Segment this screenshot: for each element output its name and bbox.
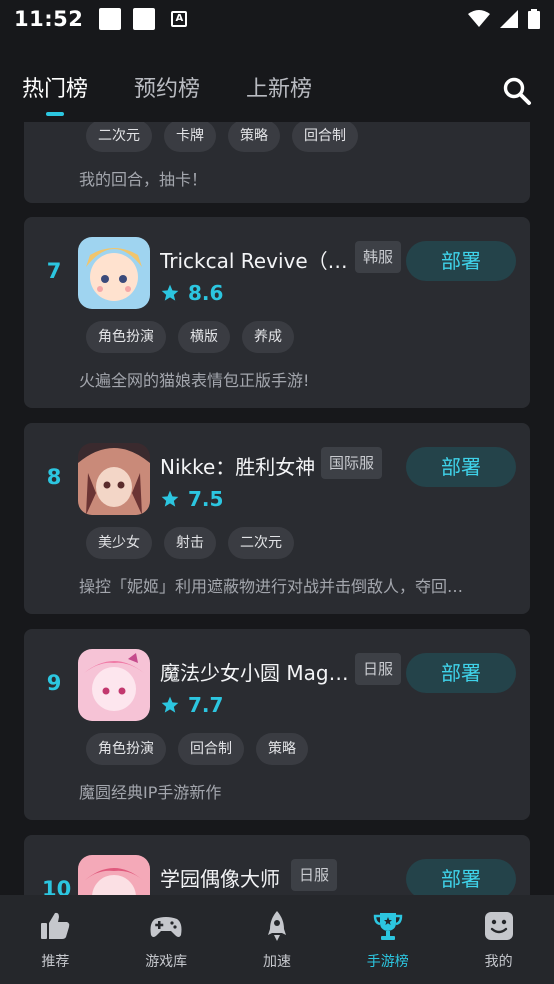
deploy-button[interactable]: 部署 (406, 241, 516, 281)
rating-value: 8.6 (188, 281, 224, 305)
status-time: 11:52 (14, 7, 84, 31)
nav-accelerate[interactable]: 加速 (222, 895, 333, 984)
nav-recommend[interactable]: 推荐 (0, 895, 111, 984)
rank-number: 9 (46, 671, 62, 695)
rank-number: 7 (46, 259, 62, 283)
game-icon (78, 443, 150, 515)
tag[interactable]: 射击 (164, 527, 216, 559)
tag-list: 美少女 射击 二次元 (86, 527, 294, 559)
notification-badge-icon: A (171, 11, 188, 27)
battery-icon (528, 9, 540, 29)
deploy-button[interactable]: 部署 (406, 859, 516, 895)
gamepad-icon (150, 917, 182, 937)
smiley-face-icon (484, 912, 513, 940)
rating: 8.6 (160, 279, 223, 307)
star-icon (161, 284, 179, 301)
star-icon (161, 490, 179, 507)
game-description: 火遍全网的猫娘表情包正版手游! (79, 371, 310, 390)
nav-label: 游戏库 (145, 954, 188, 970)
notification-icon (99, 8, 122, 30)
nav-label: 推荐 (41, 954, 70, 970)
game-description: 魔圆经典IP手游新作 (79, 783, 222, 802)
rank-number: 8 (46, 465, 62, 489)
deploy-button[interactable]: 部署 (406, 447, 516, 487)
tag[interactable]: 回合制 (178, 733, 244, 765)
game-card[interactable]: 8 Nikke：胜利女神 国际服 部署 7.5 美少女 射击 二次元 操控「妮姬… (24, 423, 530, 614)
tag-list: 角色扮演 横版 养成 (86, 321, 294, 353)
tag[interactable]: 角色扮演 (86, 321, 166, 353)
tab-hot[interactable]: 热门榜 (22, 70, 88, 116)
signal-icon (500, 10, 518, 28)
deploy-button[interactable]: 部署 (406, 653, 516, 693)
tab-new[interactable]: 上新榜 (246, 70, 312, 110)
tag[interactable]: 策略 (256, 733, 308, 765)
nav-label: 加速 (262, 954, 291, 970)
tag[interactable]: 养成 (242, 321, 294, 353)
game-icon (78, 855, 150, 895)
rating: 7.5 (160, 485, 223, 513)
tag[interactable]: 卡牌 (164, 122, 216, 152)
region-badge: 韩服 (355, 241, 402, 273)
tag[interactable]: 二次元 (86, 122, 152, 152)
tag[interactable]: 策略 (228, 122, 280, 152)
game-ranking-list: 二次元 卡牌 策略 回合制 我的回合，抽卡！ 7 Trickcal Revive… (24, 122, 530, 895)
region-badge: 日服 (355, 653, 402, 685)
region-badge: 国际服 (321, 447, 383, 479)
game-name: Trickcal Revive（… (160, 249, 348, 273)
tag[interactable]: 角色扮演 (86, 733, 166, 765)
tab-reserve[interactable]: 预约榜 (134, 70, 200, 110)
nav-mobile-ranking[interactable]: 手游榜 (332, 895, 443, 984)
game-card-partial[interactable]: 二次元 卡牌 策略 回合制 我的回合，抽卡！ (24, 122, 530, 203)
star-icon (161, 696, 179, 713)
ranking-tabs: 热门榜 预约榜 上新榜 (0, 58, 554, 122)
game-description: 操控「妮姬」利用遮蔽物进行对战并击倒敌人，夺回… (79, 577, 464, 596)
tag-list: 角色扮演 回合制 策略 (86, 733, 308, 765)
tag[interactable]: 二次元 (228, 527, 294, 559)
nav-label: 手游榜 (366, 954, 409, 970)
game-icon (78, 237, 150, 309)
wifi-icon (468, 10, 490, 27)
trophy-icon (373, 913, 402, 940)
rating-value: 7.5 (188, 487, 224, 511)
rocket-icon (267, 911, 286, 941)
search-icon[interactable] (502, 76, 532, 106)
game-description: 我的回合，抽卡！ (79, 170, 208, 189)
region-badge: 日服 (291, 859, 338, 891)
tag-list: 二次元 卡牌 策略 回合制 (86, 122, 358, 152)
tag[interactable]: 美少女 (86, 527, 152, 559)
game-name: 魔法少女小圆 Magi… (160, 661, 350, 685)
thumbs-up-icon (41, 912, 70, 939)
nav-game-library[interactable]: 游戏库 (111, 895, 222, 984)
tag[interactable]: 横版 (178, 321, 230, 353)
bottom-navigation: 推荐 游戏库 加速 手游榜 我的 (0, 895, 554, 984)
rank-number: 10 (42, 877, 72, 895)
tag[interactable]: 回合制 (292, 122, 358, 152)
notification-icon-2 (133, 8, 156, 30)
status-bar: 11:52 A (0, 0, 554, 38)
nav-profile[interactable]: 我的 (443, 895, 554, 984)
rating: 7.7 (160, 691, 223, 719)
game-card[interactable]: 7 Trickcal Revive（… 韩服 部署 8.6 角色扮演 横版 养成… (24, 217, 530, 408)
game-card[interactable]: 10 学园偶像大师 日服 部署 (24, 835, 530, 895)
game-icon (78, 649, 150, 721)
game-card[interactable]: 9 魔法少女小圆 Magi… 日服 部署 7.7 角色扮演 回合制 策略 魔圆经… (24, 629, 530, 820)
rating-value: 7.7 (188, 693, 224, 717)
nav-label: 我的 (484, 954, 513, 970)
